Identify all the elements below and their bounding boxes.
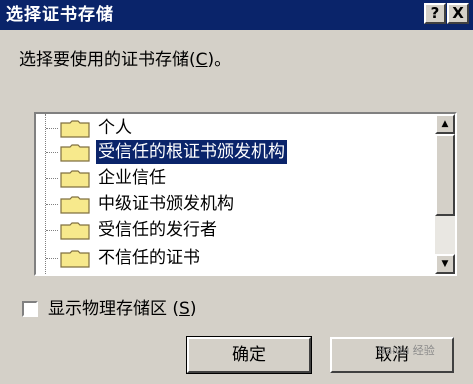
tree-item-label: 不信任的证书	[98, 248, 200, 268]
folder-icon	[60, 144, 90, 162]
tree-connector	[46, 204, 58, 205]
ok-button[interactable]: 确定	[186, 336, 312, 374]
scroll-thumb[interactable]	[435, 134, 455, 216]
checkbox-text-end: )	[189, 299, 197, 319]
tree-item-label: 受信任的根证书颁发机构	[96, 140, 287, 164]
tree-item-trusted-publishers[interactable]: 受信任的发行者	[46, 218, 426, 242]
tree-item-label: 个人	[98, 118, 132, 138]
tree-item-enterprise-trust[interactable]: 企业信任	[46, 166, 426, 190]
certificate-store-tree[interactable]: 个人 受信任的根证书颁发机构 企业信任 中级证书颁发机构 受信任的发行者 不信任…	[34, 112, 457, 276]
scroll-down-button[interactable]: ▼	[435, 254, 455, 274]
prompt-mnemonic: C	[195, 50, 208, 70]
prompt-text: 选择要使用的证书存储(	[19, 50, 196, 70]
checkbox-text: 显示物理存储区 (	[48, 299, 180, 319]
title-bar: 选择证书存储 ? X	[0, 0, 473, 30]
tree-item-intermediate-ca[interactable]: 中级证书颁发机构	[46, 192, 426, 216]
watermark: Baidu 经验	[378, 344, 435, 357]
close-button[interactable]: X	[447, 3, 469, 24]
prompt-text-end: )。	[207, 50, 232, 70]
show-physical-stores-checkbox[interactable]	[22, 301, 38, 317]
tree-item-label: 企业信任	[98, 168, 166, 188]
tree-item-label: 受信任的发行者	[98, 220, 217, 240]
tree-item-label: 中级证书颁发机构	[98, 194, 234, 214]
folder-icon	[60, 170, 90, 188]
help-button[interactable]: ?	[424, 3, 446, 24]
tree-connector	[46, 152, 58, 153]
window-title: 选择证书存储	[6, 5, 114, 25]
folder-icon	[60, 120, 90, 138]
folder-icon	[60, 196, 90, 214]
checkbox-mnemonic: S	[179, 299, 190, 319]
folder-icon	[60, 250, 90, 268]
tree-connector	[46, 178, 58, 179]
tree-item-untrusted-certificates[interactable]: 不信任的证书	[46, 246, 426, 270]
tree-connector	[46, 230, 58, 231]
show-physical-stores-label[interactable]: 显示物理存储区 (S)	[48, 297, 196, 321]
tree-connector	[46, 128, 58, 129]
tree-connector	[46, 258, 58, 259]
tree-item-trusted-root-ca[interactable]: 受信任的根证书颁发机构	[46, 140, 426, 164]
tree-item-personal[interactable]: 个人	[46, 116, 426, 140]
store-prompt-label: 选择要使用的证书存储(C)。	[19, 48, 231, 72]
vertical-scrollbar[interactable]: ▲ ▼	[435, 114, 455, 274]
scroll-up-button[interactable]: ▲	[435, 114, 455, 134]
folder-icon	[60, 222, 90, 240]
